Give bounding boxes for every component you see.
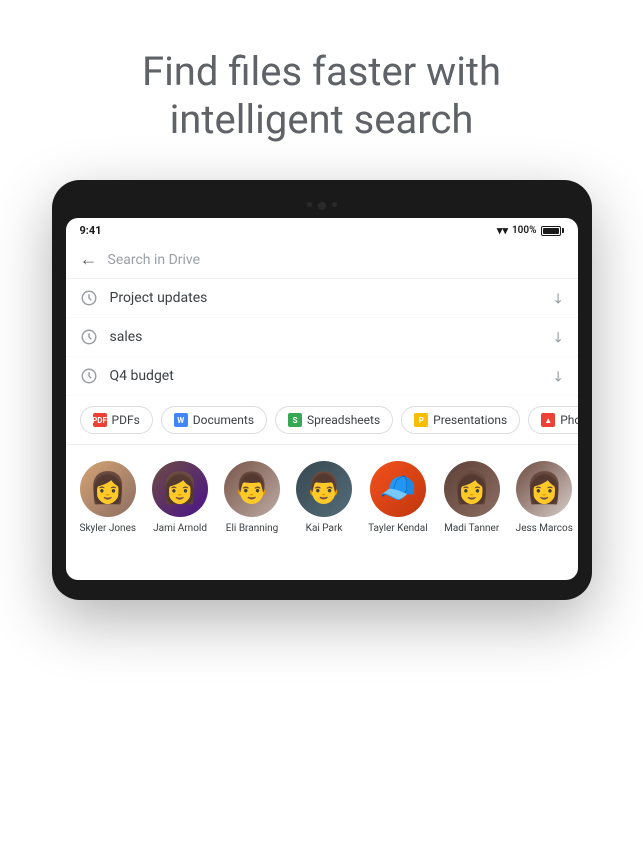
battery-icon [541,226,564,236]
chip-presentations[interactable]: P Presentations [401,406,520,434]
person-kai[interactable]: 👨 Kai Park [296,461,352,534]
person-name-skyler: Skyler Jones [80,523,137,534]
chip-presentations-label: Presentations [433,413,507,427]
tablet-top-bar [66,198,578,216]
person-name-madi: Madi Tanner [444,523,499,534]
chip-spreadsheets[interactable]: S Spreadsheets [275,406,393,434]
chip-pdfs[interactable]: PDF PDFs [80,406,153,434]
people-row: 👩 Skyler Jones 👩 Jami Arnold 👨 Eli Brann… [66,445,578,550]
tablet-device: 9:41 ▾▾ 100% ← Search in Drive [52,180,592,600]
hero-title-line2: intelligent search [170,96,474,143]
avatar-eli: 👨 [224,461,280,517]
search-bar[interactable]: ← Search in Drive [66,241,578,279]
wifi-icon: ▾▾ [497,224,508,237]
suggestion-text-1: Project updates [110,290,208,306]
chip-photos-label: Photos & Images [560,413,577,427]
hero-title-line1: Find files faster with [142,48,501,95]
battery-fill [543,228,559,234]
suggestion-left-2: sales [80,328,143,346]
tablet-screen: 9:41 ▾▾ 100% ← Search in Drive [66,218,578,580]
chip-pdfs-label: PDFs [112,413,140,427]
sensor-dot-2 [332,202,337,207]
avatar-jess: 👩 [516,461,572,517]
avatar-kai: 👨 [296,461,352,517]
hero-title: Find files faster with intelligent searc… [142,48,501,144]
person-name-jess: Jess Marcos [516,523,573,534]
clock-icon-1 [80,289,98,307]
sensor-dot-1 [307,202,312,207]
status-bar: 9:41 ▾▾ 100% [66,218,578,241]
suggestion-q4-budget[interactable]: Q4 budget ↗ [66,357,578,396]
tablet-sensors [307,202,337,210]
slides-chip-icon: P [414,413,428,427]
person-jess[interactable]: 👩 Jess Marcos [516,461,573,534]
status-time: 9:41 [80,224,102,237]
person-madi[interactable]: 👩 Madi Tanner [444,461,500,534]
avatar-madi: 👩 [444,461,500,517]
avatar-tayler: 🧢 [370,461,426,517]
avatar-skyler: 👩 [80,461,136,517]
battery-percent: 100% [512,225,537,236]
person-name-jami: Jami Arnold [153,523,207,534]
tablet-shell: 9:41 ▾▾ 100% ← Search in Drive [52,180,592,600]
person-name-kai: Kai Park [306,523,343,534]
person-name-eli: Eli Branning [226,523,279,534]
status-icons: ▾▾ 100% [497,224,564,237]
search-suggestions: Project updates ↗ sales ↗ [66,279,578,396]
suggestion-left-1: Project updates [80,289,208,307]
hero-section: Find files faster with intelligent searc… [102,48,541,144]
suggestion-sales[interactable]: sales ↗ [66,318,578,357]
person-eli[interactable]: 👨 Eli Branning [224,461,280,534]
category-chips: PDF PDFs W Documents S Spreadsheets [66,396,578,445]
arrow-icon-1: ↗ [548,288,568,308]
pdf-chip-icon: PDF [93,413,107,427]
chip-documents[interactable]: W Documents [161,406,267,434]
suggestion-project-updates[interactable]: Project updates ↗ [66,279,578,318]
person-name-tayler: Tayler Kendal [368,523,428,534]
clock-icon-2 [80,328,98,346]
suggestion-text-2: sales [110,329,143,345]
battery-tip [562,228,564,233]
search-placeholder[interactable]: Search in Drive [108,252,201,268]
chip-spreadsheets-label: Spreadsheets [307,413,380,427]
front-camera [318,202,326,210]
sheets-chip-icon: S [288,413,302,427]
photos-chip-icon: ▲ [541,413,555,427]
person-tayler[interactable]: 🧢 Tayler Kendal [368,461,428,534]
battery-body [541,226,561,236]
back-button[interactable]: ← [80,249,98,270]
avatar-jami: 👩 [152,461,208,517]
suggestion-text-3: Q4 budget [110,368,174,384]
chip-photos[interactable]: ▲ Photos & Images [528,406,577,434]
chip-documents-label: Documents [193,413,254,427]
doc-chip-icon: W [174,413,188,427]
arrow-icon-3: ↗ [548,366,568,386]
person-jami[interactable]: 👩 Jami Arnold [152,461,208,534]
arrow-icon-2: ↗ [548,327,568,347]
person-skyler[interactable]: 👩 Skyler Jones [80,461,137,534]
clock-icon-3 [80,367,98,385]
suggestion-left-3: Q4 budget [80,367,174,385]
